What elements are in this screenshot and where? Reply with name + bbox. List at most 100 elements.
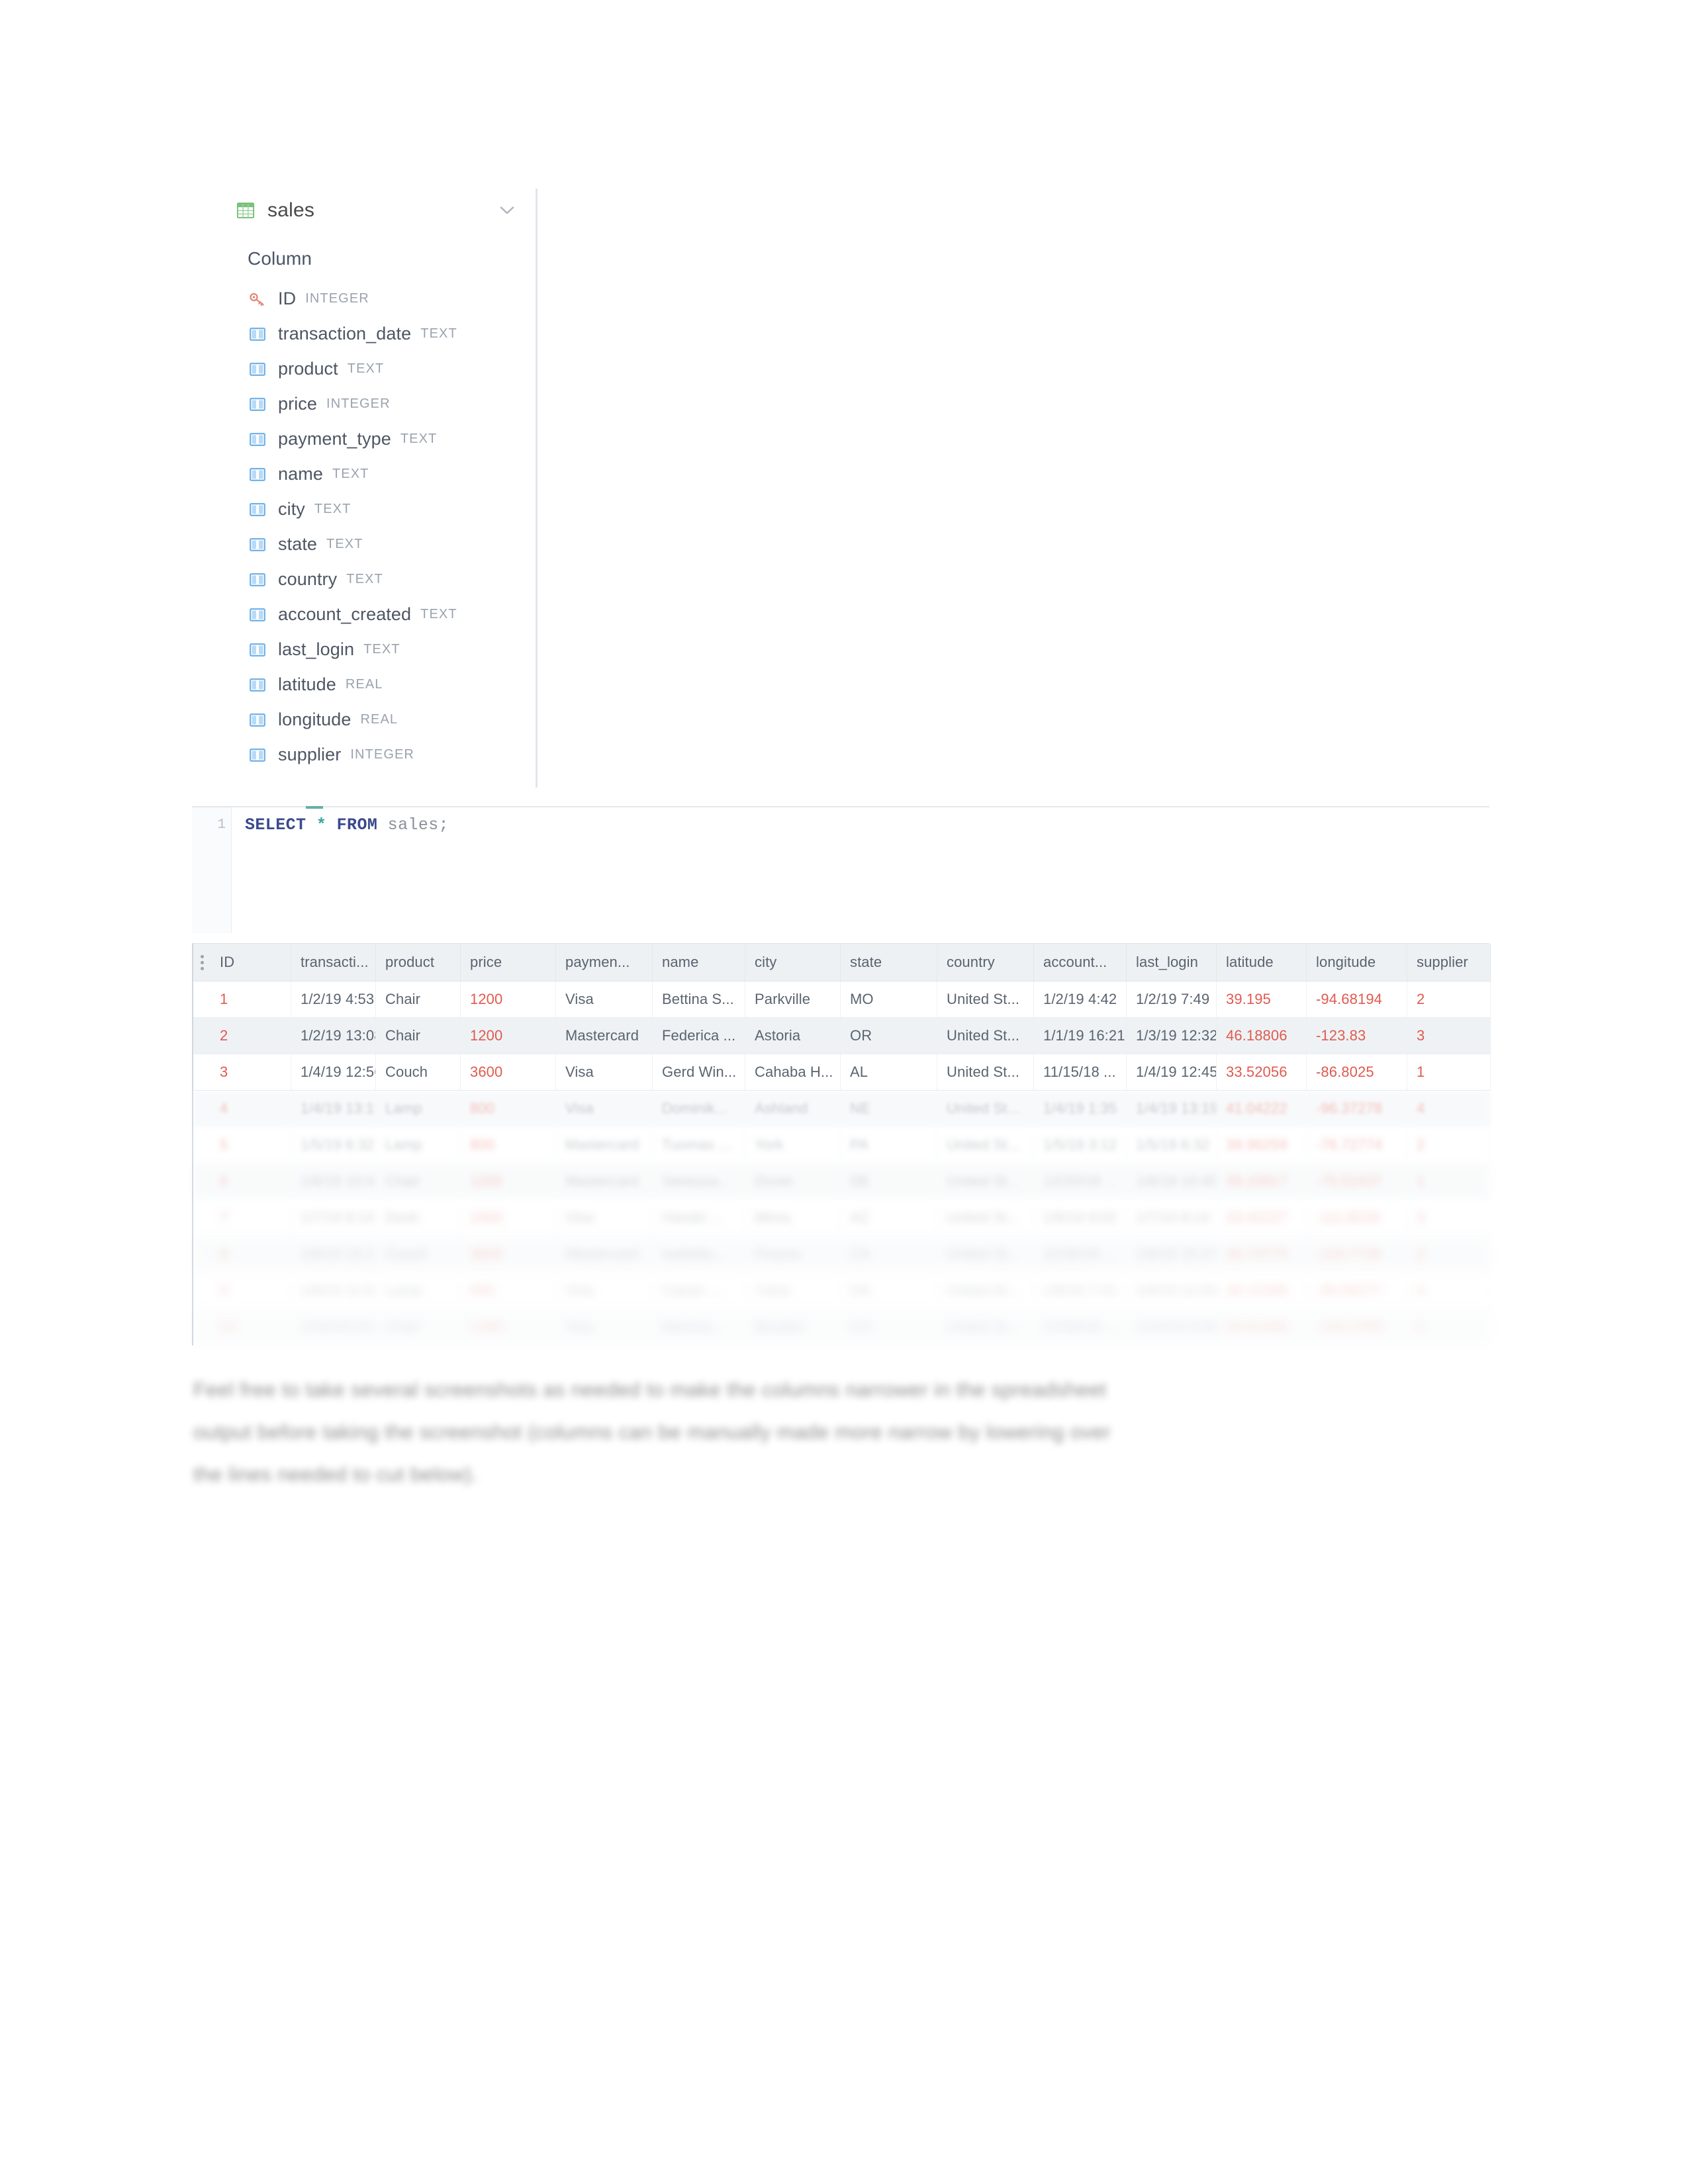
column-icon [250, 397, 265, 411]
sql-query-text[interactable]: SELECT * FROM sales; [245, 815, 449, 835]
cell-account-created: 1/4/19 1:35 [1034, 1091, 1127, 1126]
column-type: TEXT [332, 467, 369, 481]
row-menu-cell[interactable] [193, 1236, 211, 1272]
column-header-transaction-date[interactable]: transacti... [291, 944, 376, 981]
cell-city: York [745, 1127, 841, 1163]
schema-column-item[interactable]: transaction_date TEXT [199, 316, 536, 351]
cell-last-login: 1/2/19 7:49 [1127, 981, 1217, 1017]
row-menu-cell[interactable] [193, 1273, 211, 1308]
column-type: TEXT [400, 432, 438, 446]
cell-transaction-date: 1/7/19 8:14 [291, 1200, 376, 1236]
row-menu-cell[interactable] [193, 981, 211, 1017]
column-header-payment-type[interactable]: paymen... [556, 944, 653, 981]
schema-column-item[interactable]: supplier INTEGER [199, 737, 536, 772]
column-header-name[interactable]: name [653, 944, 745, 981]
cell-state: PA [841, 1127, 937, 1163]
cell-supplier: 4 [1407, 1091, 1491, 1126]
cell-name: Vanessa... [653, 1163, 745, 1199]
column-header-price[interactable]: price [461, 944, 556, 981]
cell-id: 4 [211, 1091, 291, 1126]
cell-last-login: 1/4/19 13:19 [1127, 1091, 1217, 1126]
schema-column-item[interactable]: last_login TEXT [199, 632, 536, 667]
column-icon [250, 608, 265, 621]
cell-account-created: 1/8/19 7:41 [1034, 1273, 1127, 1308]
cell-latitude: 33.42227 [1217, 1200, 1307, 1236]
cell-supplier: 2 [1407, 1127, 1491, 1163]
column-icon [250, 572, 265, 586]
cell-account-created: 1/2/19 4:42 [1034, 981, 1127, 1017]
row-menu-cell[interactable] [193, 1127, 211, 1163]
schema-column-item[interactable]: state TEXT [199, 527, 536, 562]
column-icon [250, 362, 265, 376]
schema-column-item[interactable]: country TEXT [199, 562, 536, 597]
cell-state: CA [841, 1236, 937, 1272]
column-name: ID [278, 289, 297, 308]
cell-transaction-date: 1/9/19 11:03 [291, 1273, 376, 1308]
cell-last-login: 1/10/19 9:56 [1127, 1309, 1217, 1345]
table-row[interactable]: 10 1/10/19 9:56 Chair 1200 Visa Martina.… [193, 1309, 1491, 1345]
column-type: INTEGER [305, 291, 369, 306]
column-header-city[interactable]: city [745, 944, 841, 981]
table-row[interactable]: 4 1/4/19 13:19 Lamp 800 Visa Dominik... … [193, 1091, 1491, 1127]
schema-column-item[interactable]: city TEXT [199, 492, 536, 527]
column-icon [250, 537, 265, 551]
row-menu-cell[interactable] [193, 1054, 211, 1090]
table-row[interactable]: 7 1/7/19 8:14 Desk 2400 Visa Harald ... … [193, 1200, 1491, 1236]
schema-column-item[interactable]: account_created TEXT [199, 597, 536, 632]
schema-table-header[interactable]: sales [199, 189, 536, 232]
schema-column-item[interactable]: product TEXT [199, 351, 536, 387]
row-menu-cell[interactable] [193, 1018, 211, 1054]
cell-account-created: 11/15/18 ... [1034, 1054, 1127, 1090]
cell-last-login: 1/4/19 12:45 [1127, 1054, 1217, 1090]
column-header-longitude[interactable]: longitude [1307, 944, 1407, 981]
table-row[interactable]: 1 1/2/19 4:53 Chair 1200 Visa Bettina S.… [193, 981, 1491, 1018]
schema-column-item[interactable]: latitude REAL [199, 667, 536, 702]
row-menu-cell[interactable] [193, 1309, 211, 1345]
column-header-latitude[interactable]: latitude [1217, 944, 1307, 981]
kebab-menu-icon[interactable] [200, 954, 204, 970]
cell-payment-type: Visa [556, 1054, 653, 1090]
sql-keyword-select: SELECT [245, 815, 306, 835]
schema-column-item[interactable]: payment_type TEXT [199, 422, 536, 457]
schema-sidebar-panel: sales Column ID INTEGER transaction_date… [199, 189, 538, 788]
caption-line-2: output before taking the screenshot (col… [193, 1420, 1111, 1443]
cell-name: Gerd Win... [653, 1054, 745, 1090]
column-header-country[interactable]: country [937, 944, 1034, 981]
row-menu-column-header[interactable] [193, 944, 211, 981]
column-header-id[interactable]: ID [211, 944, 291, 981]
column-header-product[interactable]: product [376, 944, 461, 981]
cell-id: 6 [211, 1163, 291, 1199]
sql-editor[interactable]: 1 SELECT * FROM sales; [192, 806, 1489, 933]
row-menu-cell[interactable] [193, 1163, 211, 1199]
cell-supplier: 4 [1407, 1273, 1491, 1308]
schema-column-item[interactable]: name TEXT [199, 457, 536, 492]
sql-table-identifier: sales; [387, 815, 449, 835]
table-row[interactable]: 3 1/4/19 12:56 Couch 3600 Visa Gerd Win.… [193, 1054, 1491, 1091]
cell-account-created: 1/1/19 16:21 [1034, 1018, 1127, 1054]
schema-column-item[interactable]: longitude REAL [199, 702, 536, 737]
table-row[interactable]: 2 1/2/19 13:08 Chair 1200 Mastercard Fed… [193, 1018, 1491, 1054]
cell-name: Bettina S... [653, 981, 745, 1017]
table-row[interactable]: 5 1/5/19 6:32 Lamp 800 Mastercard Tuomas… [193, 1127, 1491, 1163]
cell-latitude: 36.15398 [1217, 1273, 1307, 1308]
column-header-last-login[interactable]: last_login [1127, 944, 1217, 981]
column-header-account-created[interactable]: account... [1034, 944, 1127, 981]
column-section-heading: Column [248, 248, 312, 269]
schema-column-item[interactable]: ID INTEGER [199, 281, 536, 316]
cell-state: MO [841, 981, 937, 1017]
column-header-state[interactable]: state [841, 944, 937, 981]
cell-state: CO [841, 1309, 937, 1345]
chevron-down-icon[interactable] [500, 206, 514, 215]
row-menu-cell[interactable] [193, 1091, 211, 1126]
column-header-supplier[interactable]: supplier [1407, 944, 1491, 981]
cell-payment-type: Mastercard [556, 1127, 653, 1163]
schema-column-item[interactable]: price INTEGER [199, 387, 536, 422]
table-row[interactable]: 6 1/6/19 10:45 Chair 1200 Mastercard Van… [193, 1163, 1491, 1200]
cell-transaction-date: 1/8/19 15:27 [291, 1236, 376, 1272]
cell-price: 1200 [461, 1309, 556, 1345]
row-menu-cell[interactable] [193, 1200, 211, 1236]
table-row[interactable]: 8 1/8/19 15:27 Couch 3600 Mastercard Isa… [193, 1236, 1491, 1273]
table-row[interactable]: 9 1/9/19 11:03 Lamp 800 Visa Ciaran ... … [193, 1273, 1491, 1309]
column-type: TEXT [346, 572, 383, 586]
cell-supplier: 1 [1407, 1054, 1491, 1090]
